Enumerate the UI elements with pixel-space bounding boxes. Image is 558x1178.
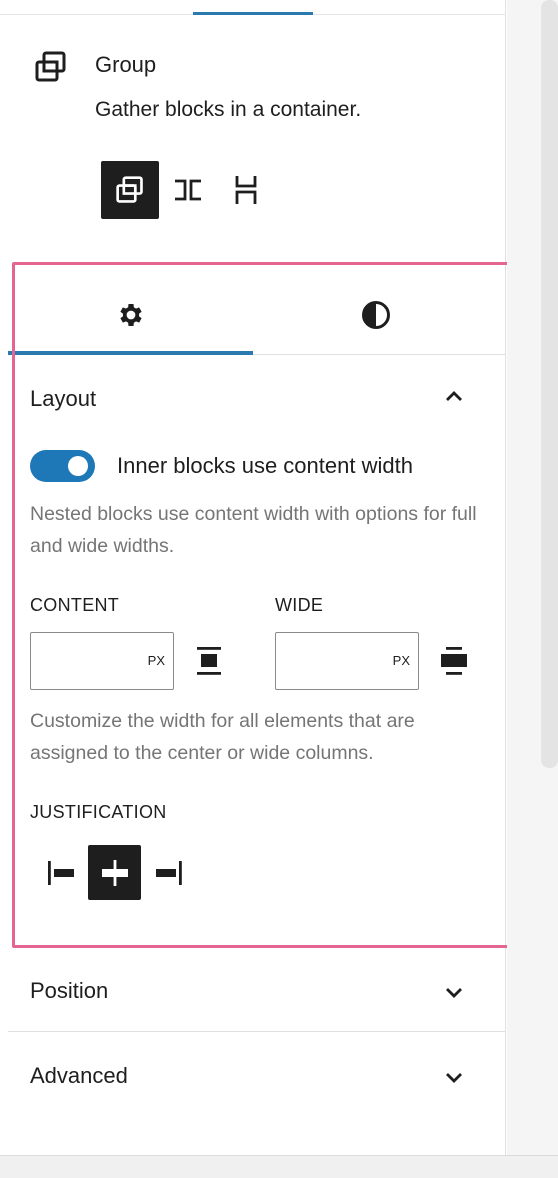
- row-icon: [175, 179, 201, 201]
- bottom-bar: [0, 1155, 558, 1178]
- position-section-title[interactable]: Position: [30, 978, 108, 1004]
- block-variations: [101, 161, 275, 219]
- stack-icon: [235, 176, 257, 204]
- chevron-down-icon[interactable]: [440, 978, 468, 1006]
- scrollbar-thumb[interactable]: [541, 0, 558, 768]
- group-icon: [35, 51, 66, 82]
- chevron-down-icon[interactable]: [440, 1063, 468, 1091]
- highlight-annotation-box: [12, 262, 529, 948]
- variation-stack-button[interactable]: [217, 161, 275, 219]
- group-icon: [116, 176, 143, 203]
- active-tab-indicator: [193, 12, 313, 15]
- advanced-section-title[interactable]: Advanced: [30, 1063, 128, 1089]
- block-description: Gather blocks in a container.: [95, 98, 362, 121]
- variation-row-button[interactable]: [159, 161, 217, 219]
- block-title: Group: [95, 52, 157, 77]
- variation-group-button[interactable]: [101, 161, 159, 219]
- section-divider: [8, 1031, 506, 1032]
